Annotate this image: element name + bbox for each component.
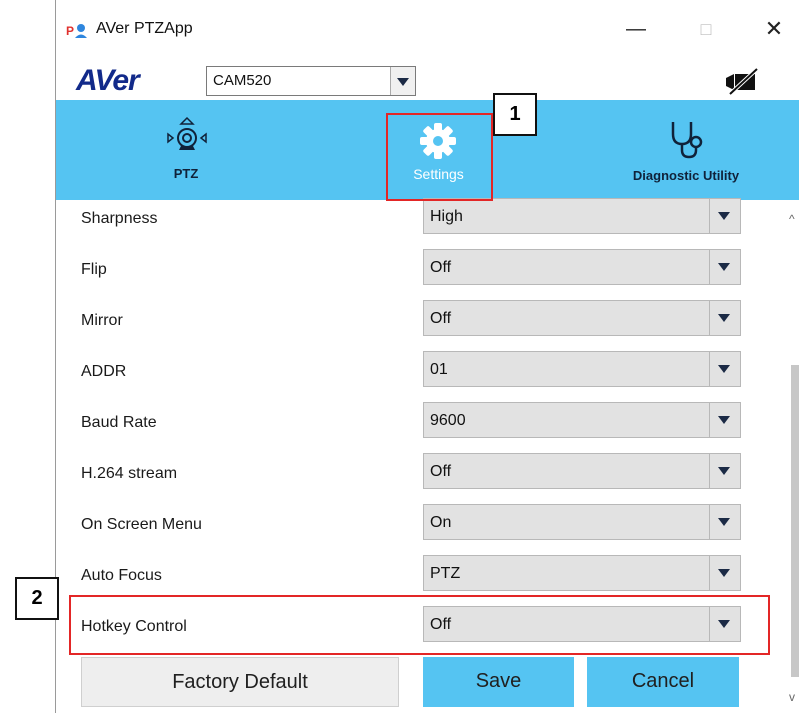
title-bar: P AVer PTZApp — □ ✕: [56, 0, 799, 60]
chevron-down-icon[interactable]: [709, 607, 740, 641]
setting-value: 9600: [430, 412, 466, 429]
setting-select[interactable]: 01: [423, 351, 741, 387]
setting-label: Mirror: [81, 312, 123, 329]
chevron-down-icon[interactable]: [709, 301, 740, 335]
setting-select[interactable]: Off: [423, 300, 741, 336]
setting-row-flip: Flip Off: [56, 249, 756, 289]
setting-select[interactable]: On: [423, 504, 741, 540]
chevron-down-icon[interactable]: [709, 454, 740, 488]
tab-settings[interactable]: Settings: [386, 100, 491, 200]
chevron-down-icon[interactable]: [709, 199, 740, 233]
aver-logo: AVer: [76, 64, 140, 97]
tab-settings-label: Settings: [413, 166, 464, 182]
scroll-up-arrow-icon[interactable]: ^: [789, 212, 795, 226]
setting-label: ADDR: [81, 363, 127, 380]
setting-value: Off: [430, 463, 452, 480]
cancel-button[interactable]: Cancel: [587, 657, 739, 707]
setting-value: Off: [430, 259, 452, 276]
camera-select[interactable]: CAM520: [206, 66, 416, 96]
chevron-down-icon[interactable]: [709, 505, 740, 539]
setting-select[interactable]: Off: [423, 249, 741, 285]
ptz-camera-icon: [165, 116, 209, 169]
chevron-down-icon[interactable]: [709, 352, 740, 386]
setting-row-sharpness: Sharpness High: [56, 198, 756, 238]
tab-diagnostic-utility[interactable]: Diagnostic Utility: [611, 100, 761, 200]
factory-default-button[interactable]: Factory Default: [81, 657, 399, 707]
setting-select[interactable]: Off: [423, 453, 741, 489]
camera-select-value: CAM520: [213, 72, 272, 89]
scrollbar-thumb[interactable]: [791, 365, 799, 677]
setting-row-h264-stream: H.264 stream Off: [56, 453, 756, 493]
chevron-down-icon[interactable]: [709, 250, 740, 284]
main-nav: PTZ Settings Diagnostic Utility: [56, 100, 799, 200]
tab-ptz[interactable]: PTZ: [131, 100, 241, 200]
app-icon: P: [66, 21, 90, 39]
setting-label: Flip: [81, 261, 107, 278]
chevron-down-icon[interactable]: [709, 556, 740, 590]
chevron-down-icon[interactable]: [390, 67, 415, 95]
setting-row-hotkey-control: Hotkey Control Off: [56, 606, 756, 646]
setting-label: Sharpness: [81, 210, 158, 227]
minimize-button[interactable]: —: [616, 14, 656, 44]
setting-row-on-screen-menu: On Screen Menu On: [56, 504, 756, 544]
maximize-button[interactable]: □: [686, 14, 726, 44]
window-title: AVer PTZApp: [96, 20, 193, 37]
setting-value: Off: [430, 616, 452, 633]
svg-text:P: P: [66, 24, 74, 38]
setting-value: Off: [430, 310, 452, 327]
setting-value: 01: [430, 361, 448, 378]
setting-select[interactable]: 9600: [423, 402, 741, 438]
scroll-down-arrow-icon[interactable]: v: [789, 690, 795, 704]
setting-select[interactable]: Off: [423, 606, 741, 642]
close-button[interactable]: ✕: [754, 14, 794, 44]
callout-1: 1: [493, 93, 537, 136]
setting-row-addr: ADDR 01: [56, 351, 756, 391]
setting-value: On: [430, 514, 452, 531]
app-window: P AVer PTZApp — □ ✕ AVer CAM520 PTZ Sett…: [55, 0, 799, 713]
setting-select[interactable]: High: [423, 198, 741, 234]
stethoscope-icon: [669, 120, 705, 165]
setting-label: On Screen Menu: [81, 516, 202, 533]
setting-label: Baud Rate: [81, 414, 157, 431]
setting-value: High: [430, 208, 463, 225]
setting-label: Auto Focus: [81, 567, 162, 584]
setting-select[interactable]: PTZ: [423, 555, 741, 591]
tab-diagnostic-utility-label: Diagnostic Utility: [632, 168, 740, 183]
setting-row-baud-rate: Baud Rate 9600: [56, 402, 756, 442]
setting-label: Hotkey Control: [81, 618, 187, 635]
tab-ptz-label: PTZ: [173, 166, 199, 181]
setting-value: PTZ: [430, 565, 461, 582]
chevron-down-icon[interactable]: [709, 403, 740, 437]
callout-2: 2: [15, 577, 59, 620]
save-button[interactable]: Save: [423, 657, 574, 707]
gear-icon: [419, 122, 457, 165]
setting-row-auto-focus: Auto Focus PTZ: [56, 555, 756, 595]
camera-off-icon[interactable]: [724, 67, 759, 96]
setting-label: H.264 stream: [81, 465, 178, 482]
setting-row-mirror: Mirror Off: [56, 300, 756, 340]
